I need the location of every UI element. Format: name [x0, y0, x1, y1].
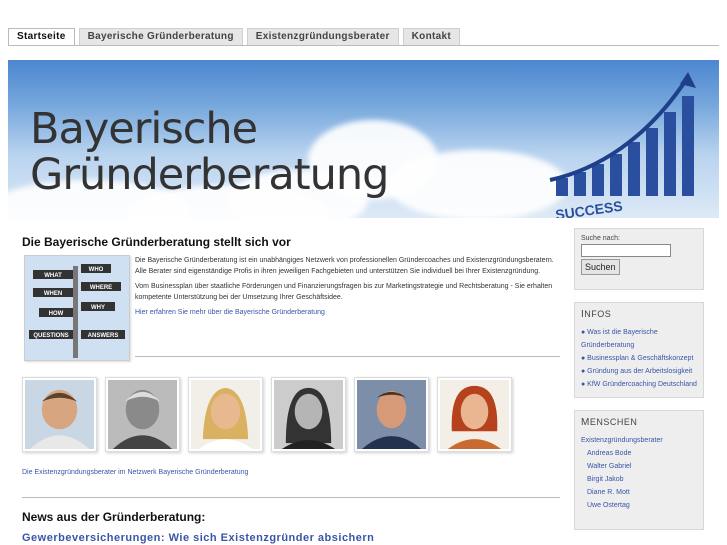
search-input[interactable]	[581, 244, 671, 257]
info-link[interactable]: ● Was ist die Bayerische Gründerberatung	[581, 326, 697, 352]
team-photo[interactable]	[437, 377, 512, 452]
svg-text:QUESTIONS: QUESTIONS	[33, 333, 68, 339]
team-photo[interactable]	[105, 377, 180, 452]
infos-title: INFOS	[581, 309, 612, 320]
svg-text:ANSWERS: ANSWERS	[88, 333, 119, 339]
info-link[interactable]: ● Businessplan & Geschäftskonzept	[581, 352, 697, 365]
page-title: Die Bayerische Gründerberatung stellt si…	[22, 235, 291, 249]
tab-startseite[interactable]: Startseite	[8, 28, 75, 45]
signpost-image: WHAT WHO WHEN WHERE HOW WHY QUESTIONS AN…	[24, 255, 130, 361]
info-link[interactable]: ● KfW Gründercoaching Deutschland	[581, 378, 697, 391]
svg-text:WHY: WHY	[91, 305, 105, 311]
svg-text:HOW: HOW	[49, 311, 64, 317]
main-nav: Startseite Bayerische Gründerberatung Ex…	[8, 28, 460, 45]
success-chart-graphic: SUCCESS	[549, 72, 696, 218]
section-divider	[135, 356, 560, 357]
team-photo[interactable]	[188, 377, 263, 452]
team-photos	[22, 377, 512, 452]
tab-kontakt[interactable]: Kontakt	[402, 28, 460, 45]
menschen-title: MENSCHEN	[581, 417, 638, 428]
tab-bayerische-gruenderberatung[interactable]: Bayerische Gründerberatung	[78, 28, 243, 45]
team-photo[interactable]	[271, 377, 346, 452]
intro-paragraph-1: Die Bayerische Gründerberatung ist ein u…	[135, 257, 554, 275]
news-heading: News aus der Gründerberatung:	[22, 510, 206, 524]
main-content: Die Bayerische Gründerberatung stellt si…	[22, 235, 560, 544]
berater-link[interactable]: Uwe Ostertag	[581, 499, 697, 512]
tab-existenzgruendungsberater[interactable]: Existenzgründungsberater	[246, 28, 399, 45]
banner-title: Bayerische Gründerberatung	[30, 104, 389, 200]
team-photo[interactable]	[354, 377, 429, 452]
svg-text:WHAT: WHAT	[44, 273, 62, 279]
berater-link[interactable]: Diane R. Mott	[581, 486, 697, 499]
header-banner: Bayerische Gründerberatung SUCCESS	[8, 60, 719, 218]
team-link[interactable]: Die Existenzgründungsberater im Netzwerk…	[22, 469, 248, 476]
intro-text: Die Bayerische Gründerberatung ist ein u…	[135, 255, 560, 322]
berater-category-link[interactable]: Existenzgründungsberater	[581, 434, 697, 447]
team-photo[interactable]	[22, 377, 97, 452]
section-divider	[22, 497, 560, 498]
info-link[interactable]: ● Gründung aus der Arbeitslosigkeit	[581, 365, 697, 378]
search-label: Suche nach:	[581, 235, 620, 242]
infos-box: INFOS ● Was ist die Bayerische Gründerbe…	[574, 302, 704, 398]
svg-text:WHO: WHO	[89, 267, 104, 273]
svg-text:WHEN: WHEN	[44, 291, 62, 297]
berater-link[interactable]: Birgit Jakob	[581, 473, 697, 486]
svg-text:WHERE: WHERE	[90, 285, 112, 291]
nav-divider	[8, 45, 719, 46]
berater-link[interactable]: Andreas Bode	[581, 447, 697, 460]
menschen-box: MENSCHEN Existenzgründungsberater Andrea…	[574, 410, 704, 530]
more-info-link[interactable]: Hier erfahren Sie mehr über die Bayerisc…	[135, 309, 325, 316]
sidebar: Suche nach: Suchen INFOS ● Was ist die B…	[574, 228, 704, 530]
intro-paragraph-2: Vom Businessplan über staatliche Förderu…	[135, 283, 553, 301]
news-item-link[interactable]: Gewerbeversicherungen: Wie sich Existenz…	[22, 532, 374, 544]
search-button[interactable]: Suchen	[581, 259, 620, 275]
search-box: Suche nach: Suchen	[574, 228, 704, 290]
berater-link[interactable]: Walter Gabriel	[581, 460, 697, 473]
svg-text:SUCCESS: SUCCESS	[554, 198, 623, 218]
